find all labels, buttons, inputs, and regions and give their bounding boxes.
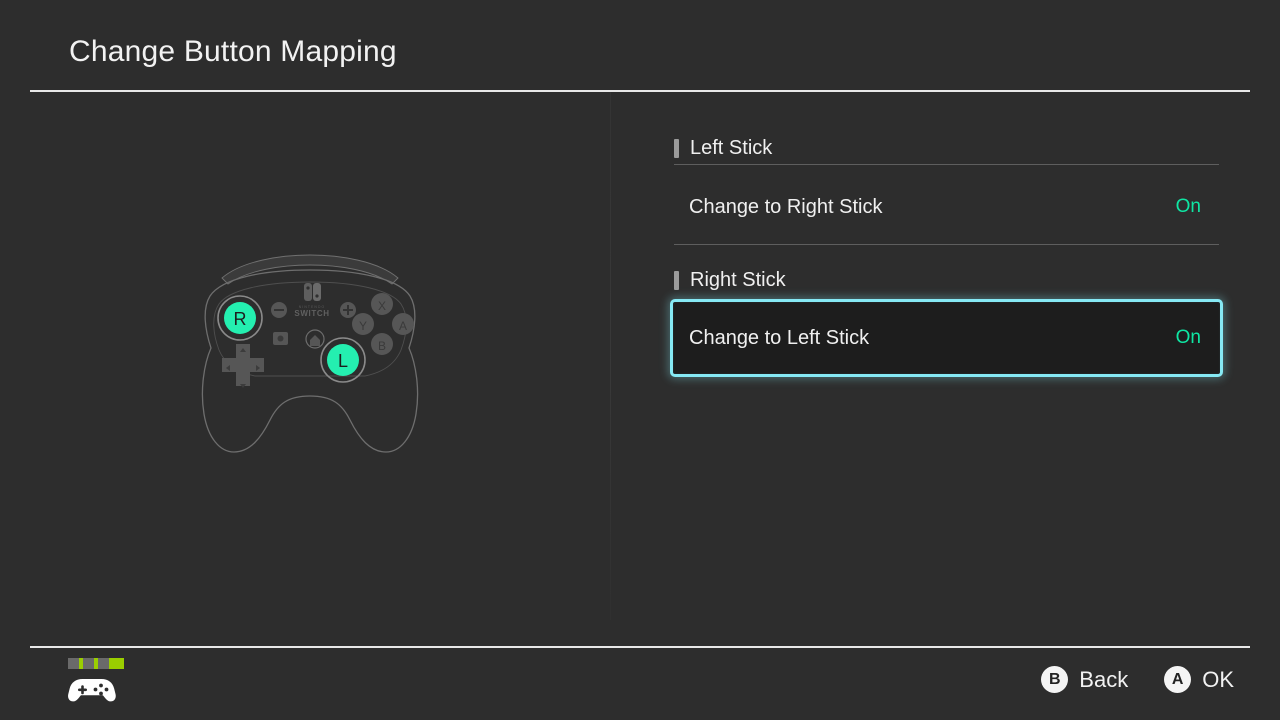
player-led-1 (68, 658, 79, 669)
button-hints: B Back A OK (1041, 666, 1234, 693)
hint-ok-label: OK (1202, 666, 1234, 692)
header: Change Button Mapping (0, 0, 1280, 92)
player-led-2 (83, 658, 94, 669)
row-divider-top (674, 164, 1219, 165)
plus-icon (340, 302, 356, 318)
nintendo-switch-logo: NINTENDO SWITCH (294, 283, 329, 318)
player-led-3 (98, 658, 109, 669)
setting-label: Change to Right Stick (689, 195, 883, 218)
left-stick-indicator: R (217, 295, 263, 341)
svg-text:Y: Y (359, 319, 367, 333)
hint-ok[interactable]: A OK (1164, 666, 1234, 693)
group-label: Right Stick (690, 269, 786, 291)
change-button-mapping-screen: Change Button Mapping R L NINTENDO SWITC… (0, 0, 1280, 720)
group-accent-bar (674, 138, 679, 158)
svg-text:X: X (378, 299, 386, 313)
setting-row-change-to-right-stick[interactable]: Change to Right Stick On (670, 176, 1223, 238)
row-divider-bottom (674, 244, 1219, 245)
controller-preview-pane: R L NINTENDO SWITCH X Y A B (0, 92, 610, 646)
capture-icon (273, 332, 288, 345)
footer-divider (30, 646, 1250, 648)
b-button-icon: B (1041, 666, 1069, 693)
group-label: Left Stick (690, 137, 773, 159)
player-led-4 (113, 658, 124, 669)
setting-value: On (1175, 196, 1201, 217)
setting-row-change-to-left-stick[interactable]: Change to Left Stick On (670, 299, 1223, 377)
right-stick-mapped-label: L (338, 351, 348, 371)
body-area: R L NINTENDO SWITCH X Y A B Left Stick C… (0, 92, 1280, 646)
svg-text:A: A (399, 319, 407, 333)
minus-icon (271, 302, 287, 318)
page-title: Change Button Mapping (69, 35, 397, 68)
svg-text:B: B (378, 339, 386, 353)
player-led-group (68, 658, 124, 669)
gamepad-icon (68, 679, 116, 702)
dpad-icon (222, 344, 264, 388)
setting-value: On (1175, 327, 1201, 348)
player-indicator (68, 658, 124, 707)
right-stick-indicator: L (320, 337, 366, 383)
footer: B Back A OK (0, 646, 1280, 720)
left-stick-mapped-label: R (234, 309, 247, 329)
setting-label: Change to Left Stick (689, 326, 870, 349)
home-icon (305, 329, 325, 349)
brand-wordmark: SWITCH (294, 309, 329, 318)
hint-back-label: Back (1079, 666, 1129, 692)
face-buttons: X Y A B (352, 293, 414, 355)
group-header-right-stick: Right Stick (674, 268, 786, 292)
settings-list: Left Stick Change to Right Stick On Righ… (610, 92, 1280, 646)
group-header-left-stick: Left Stick (674, 136, 772, 160)
a-button-icon: A (1164, 666, 1192, 693)
group-accent-bar (674, 270, 679, 290)
pro-controller-illustration: R L NINTENDO SWITCH X Y A B (201, 254, 419, 453)
hint-back[interactable]: B Back (1041, 666, 1128, 693)
